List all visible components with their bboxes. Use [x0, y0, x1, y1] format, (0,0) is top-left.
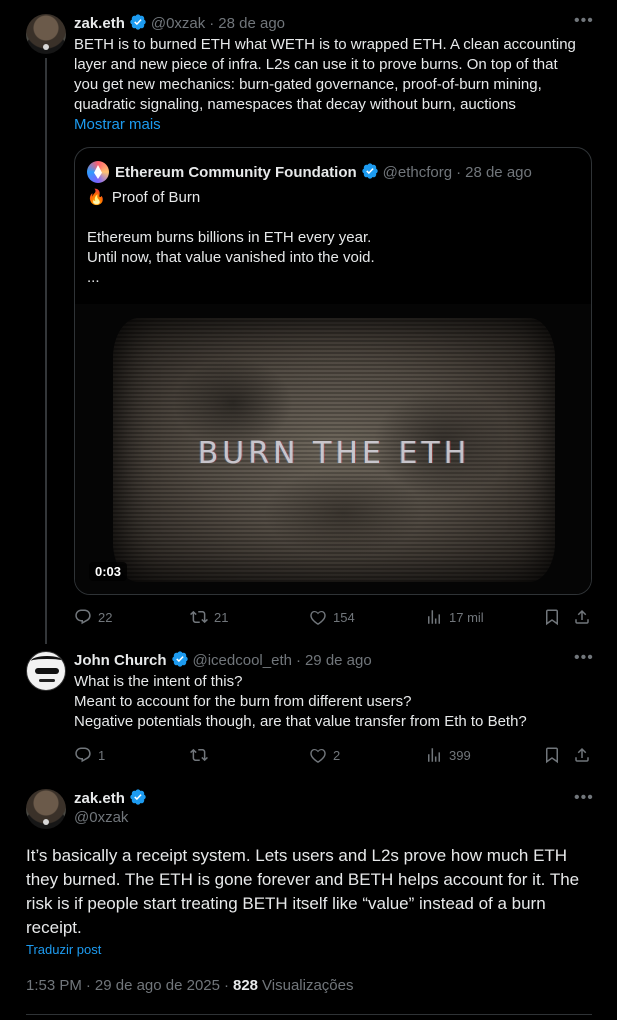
tweet-text-line: risk is if people start treating BETH it…: [26, 894, 546, 913]
video-duration: 0:03: [89, 562, 128, 581]
post-metadata: 1:53 PM · 29 de ago de 2025 · 828 Visual…: [26, 976, 353, 994]
ethereum-foundation-logo[interactable]: [87, 161, 109, 183]
repost-button[interactable]: 21: [190, 608, 228, 626]
more-icon[interactable]: •••: [574, 790, 594, 806]
views-button[interactable]: 17 mil: [425, 608, 484, 626]
tweet-text-line: receipt.: [26, 918, 82, 937]
tweet-text-line: layer and new piece of infra. L2s can us…: [74, 56, 558, 73]
quoted-tweet-text-line: Until now, that value vanished into the …: [87, 249, 375, 266]
tweet-text-line: Negative potentials though, are that val…: [74, 713, 527, 730]
author-handle[interactable]: @icedcool_eth: [193, 652, 292, 669]
separator-dot: ·: [295, 651, 301, 669]
reply-button[interactable]: 22: [74, 608, 112, 626]
tweet-text-line: quadratic signaling, namespaces that dec…: [74, 96, 516, 113]
like-icon: [310, 611, 326, 626]
like-icon: [310, 749, 326, 764]
verified-badge-icon: [129, 13, 147, 33]
separator-dot: ·: [224, 976, 229, 994]
quoted-tweet-title: Proof of Burn: [111, 189, 201, 206]
avatar[interactable]: [26, 14, 66, 54]
reply-icon: [75, 609, 91, 625]
bookmark-icon: [546, 747, 558, 764]
avatar[interactable]: [26, 789, 66, 829]
bookmark-icon: [546, 609, 558, 626]
video-player[interactable]: BURN THE ETH 0:03: [75, 304, 591, 594]
share-icon: [575, 609, 589, 624]
quoted-tweet-text-line: ...: [87, 269, 100, 286]
quoted-tweet-card[interactable]: Ethereum Community Foundation @ethcforg …: [74, 147, 592, 595]
repost-icon: [190, 610, 208, 624]
main-tweet-text: It’s basically a receipt system. Lets us…: [26, 844, 606, 940]
tweet-date[interactable]: 29 de ago: [305, 652, 372, 669]
views-icon: [428, 748, 440, 762]
share-icon: [575, 747, 589, 762]
views-label: Visualizações: [262, 976, 354, 994]
quoted-author-handle[interactable]: @ethcforg: [383, 164, 452, 181]
views-count[interactable]: 828: [233, 977, 258, 994]
tweet-text: What is the intent of this? Meant to acc…: [74, 672, 594, 732]
author-name[interactable]: John Church: [74, 652, 167, 669]
reply-count: 22: [98, 609, 113, 625]
verified-badge-icon: [129, 788, 147, 808]
post-time[interactable]: 1:53 PM: [26, 977, 82, 994]
repost-count: 21: [214, 609, 229, 625]
reply-count: 1: [98, 747, 106, 763]
bookmark-button[interactable]: [543, 746, 561, 764]
reply-icon: [75, 747, 91, 763]
main-author-name-row: zak.eth: [74, 788, 147, 808]
quoted-tweet-text: 🔥 Proof of Burn Ethereum burns billions …: [87, 188, 577, 288]
quoted-tweet-text-line: Ethereum burns billions in ETH every yea…: [87, 229, 372, 246]
more-icon[interactable]: •••: [574, 13, 594, 29]
like-button[interactable]: 154: [309, 608, 355, 626]
share-button[interactable]: [573, 608, 591, 626]
views-count: 17 mil: [449, 609, 484, 625]
quoted-author-name[interactable]: Ethereum Community Foundation: [115, 164, 357, 181]
repost-button[interactable]: [190, 746, 214, 764]
like-button[interactable]: 2: [309, 746, 340, 764]
divider: [26, 1014, 592, 1015]
thread-line: [45, 58, 47, 644]
like-count: 2: [333, 747, 341, 763]
views-count: 399: [449, 747, 471, 763]
tweet-header: John Church @icedcool_eth · 29 de ago: [74, 650, 372, 670]
tweet-text-line: BETH is to burned ETH what WETH is to wr…: [74, 36, 576, 53]
views-icon: [428, 610, 440, 624]
share-button[interactable]: [573, 746, 591, 764]
separator-dot: ·: [85, 976, 91, 994]
author-handle[interactable]: @0xzak: [151, 15, 205, 32]
verified-badge-icon: [361, 162, 379, 182]
quoted-tweet-header: Ethereum Community Foundation @ethcforg …: [115, 162, 532, 182]
tweet-text-line: Meant to account for the burn from diffe…: [74, 693, 412, 710]
tweet-text-line: It’s basically a receipt system. Lets us…: [26, 846, 568, 865]
tweet-date[interactable]: 28 de ago: [218, 15, 285, 32]
show-more-link[interactable]: Mostrar mais: [74, 115, 594, 135]
repost-icon: [190, 748, 208, 762]
reply-button[interactable]: 1: [74, 746, 105, 764]
fire-icon: 🔥: [87, 189, 106, 206]
author-name[interactable]: zak.eth: [74, 15, 125, 32]
bookmark-button[interactable]: [543, 608, 561, 626]
tweet-text-line: you get new mechanics: burn-gated govern…: [74, 76, 542, 93]
like-count: 154: [333, 609, 355, 625]
separator-dot: ·: [456, 163, 462, 181]
tweet-text: BETH is to burned ETH what WETH is to wr…: [74, 35, 594, 135]
author-handle[interactable]: @0xzak: [74, 809, 128, 826]
quoted-tweet-date[interactable]: 28 de ago: [465, 164, 532, 181]
verified-badge-icon: [171, 650, 189, 670]
video-overlay-text: BURN THE ETH: [197, 436, 471, 471]
separator-dot: ·: [209, 14, 215, 32]
more-icon[interactable]: •••: [574, 650, 594, 666]
translate-post-link[interactable]: Traduzir post: [26, 942, 101, 957]
avatar[interactable]: [26, 651, 66, 691]
views-button[interactable]: 399: [425, 746, 471, 764]
quoted-tweet-title-line: 🔥 Proof of Burn: [87, 188, 577, 208]
post-date[interactable]: 29 de ago de 2025: [95, 977, 220, 994]
tweet-text-line: they burned. The ETH is gone forever and…: [26, 870, 580, 889]
tweet-header: zak.eth @0xzak · 28 de ago: [74, 13, 285, 33]
author-name[interactable]: zak.eth: [74, 790, 125, 807]
video-frame: BURN THE ETH: [113, 318, 555, 582]
tweet-text-line: What is the intent of this?: [74, 673, 243, 690]
